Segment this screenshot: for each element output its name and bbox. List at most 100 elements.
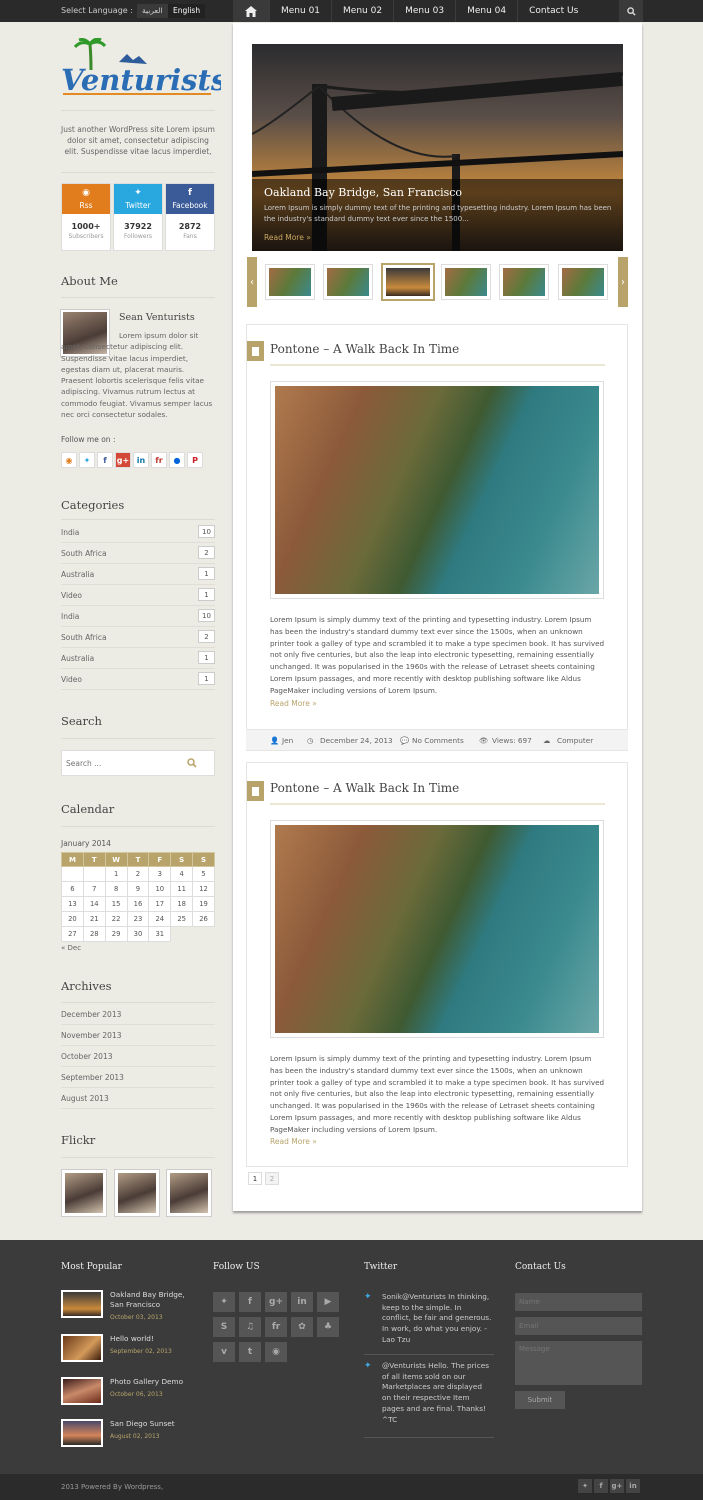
archive-item[interactable]: December 2013 <box>61 1004 215 1025</box>
category-name[interactable]: India <box>61 528 79 537</box>
flickr-photo[interactable] <box>166 1169 212 1217</box>
twitter-icon[interactable]: ✦ <box>213 1292 235 1312</box>
category-name[interactable]: South Africa <box>61 549 107 558</box>
myspace-icon[interactable]: ♣ <box>317 1317 339 1337</box>
archive-link[interactable]: August 2013 <box>61 1094 109 1103</box>
popular-post-thumb[interactable] <box>61 1419 103 1447</box>
category-name[interactable]: Video <box>61 591 82 600</box>
post-author[interactable]: Jen <box>282 736 293 745</box>
skype-icon[interactable]: S <box>213 1317 235 1337</box>
google-plus-icon[interactable]: g+ <box>265 1292 287 1312</box>
friendfeed-icon[interactable]: fr <box>265 1317 287 1337</box>
archive-item[interactable]: October 2013 <box>61 1046 215 1067</box>
popular-post-title[interactable]: San Diego Sunset <box>110 1419 200 1429</box>
youtube-icon[interactable]: ▶ <box>317 1292 339 1312</box>
category-item[interactable]: Australia 1 <box>61 564 215 585</box>
rss-icon[interactable]: ◉ <box>265 1342 287 1362</box>
archive-link[interactable]: November 2013 <box>61 1031 122 1040</box>
flickr-icon[interactable]: ● <box>169 452 185 468</box>
archive-item[interactable]: November 2013 <box>61 1025 215 1046</box>
flickr-photo[interactable] <box>61 1169 107 1217</box>
category-item[interactable]: India 10 <box>61 606 215 627</box>
category-item[interactable]: South Africa 2 <box>61 627 215 648</box>
facebook-icon[interactable]: f <box>594 1479 608 1493</box>
contact-name-field[interactable] <box>515 1293 642 1311</box>
slider-next-arrow[interactable]: › <box>618 257 628 307</box>
archive-link[interactable]: October 2013 <box>61 1052 113 1061</box>
category-name[interactable]: India <box>61 612 79 621</box>
home-button[interactable] <box>233 0 269 22</box>
popular-post[interactable]: Hello world! September 02, 2013 <box>61 1334 206 1366</box>
facebook-icon[interactable]: f <box>97 452 113 468</box>
post-read-more[interactable]: Read More » <box>270 699 317 708</box>
nav-contact-us[interactable]: Contact Us <box>517 0 589 22</box>
post-image[interactable] <box>270 820 604 1038</box>
nav-menu-04[interactable]: Menu 04 <box>455 0 517 22</box>
top-search-button[interactable] <box>619 0 643 22</box>
twitter-icon[interactable]: ✦ <box>79 452 95 468</box>
slide-title[interactable]: Oakland Bay Bridge, San Francisco <box>264 186 462 199</box>
slider-thumb[interactable] <box>499 264 549 300</box>
linkedin-icon[interactable]: in <box>133 452 149 468</box>
page-2[interactable]: 2 <box>265 1172 279 1185</box>
slider-thumb[interactable] <box>265 264 315 300</box>
post-title[interactable]: Pontone – A Walk Back In Time <box>270 342 459 356</box>
popular-post-title[interactable]: Oakland Bay Bridge, San Francisco <box>110 1290 200 1310</box>
popular-post[interactable]: San Diego Sunset August 02, 2013 <box>61 1419 206 1451</box>
contact-message-field[interactable] <box>515 1341 642 1385</box>
pinterest-icon[interactable]: P <box>187 452 203 468</box>
slider-prev-arrow[interactable]: ‹ <box>247 257 257 307</box>
linkedin-icon[interactable]: in <box>291 1292 313 1312</box>
category-name[interactable]: South Africa <box>61 633 107 642</box>
page-1[interactable]: 1 <box>248 1172 262 1185</box>
popular-post[interactable]: Photo Gallery Demo October 06, 2013 <box>61 1377 206 1409</box>
category-item[interactable]: Australia 1 <box>61 648 215 669</box>
linkedin-icon[interactable]: in <box>626 1479 640 1493</box>
category-item[interactable]: India 10 <box>61 522 215 543</box>
rss-counter[interactable]: ◉ Rss 1000+ Subscribers <box>61 183 111 251</box>
contact-email-field[interactable] <box>515 1317 642 1335</box>
popular-post-title[interactable]: Photo Gallery Demo <box>110 1377 200 1387</box>
popular-post-thumb[interactable] <box>61 1377 103 1405</box>
friendfeed-icon[interactable]: fr <box>151 452 167 468</box>
flickr-photo[interactable] <box>114 1169 160 1217</box>
slider-thumb[interactable] <box>558 264 608 300</box>
post-image[interactable] <box>270 381 604 599</box>
language-arabic[interactable]: العربية <box>137 4 168 18</box>
nav-menu-01[interactable]: Menu 01 <box>269 0 331 22</box>
google-plus-icon[interactable]: g+ <box>610 1479 624 1493</box>
archive-link[interactable]: December 2013 <box>61 1010 121 1019</box>
category-item[interactable]: Video 1 <box>61 669 215 690</box>
category-name[interactable]: Australia <box>61 570 94 579</box>
google-plus-icon[interactable]: g+ <box>115 452 131 468</box>
post-comments[interactable]: No Comments <box>412 736 464 745</box>
picasa-icon[interactable]: ✿ <box>291 1317 313 1337</box>
language-english[interactable]: English <box>168 4 206 18</box>
popular-post[interactable]: Oakland Bay Bridge, San Francisco October… <box>61 1290 206 1322</box>
tumblr-icon[interactable]: t <box>239 1342 261 1362</box>
nav-menu-03[interactable]: Menu 03 <box>393 0 455 22</box>
category-name[interactable]: Australia <box>61 654 94 663</box>
facebook-icon[interactable]: f <box>239 1292 261 1312</box>
contact-submit-button[interactable]: Submit <box>515 1391 565 1409</box>
search-button[interactable] <box>174 754 210 772</box>
popular-post-title[interactable]: Hello world! <box>110 1334 200 1344</box>
popular-post-thumb[interactable] <box>61 1334 103 1362</box>
twitter-counter[interactable]: ✦ Twitter 37922 Followers <box>113 183 163 251</box>
category-item[interactable]: Video 1 <box>61 585 215 606</box>
slide-read-more[interactable]: Read More » <box>264 233 311 242</box>
archive-link[interactable]: September 2013 <box>61 1073 124 1082</box>
category-item[interactable]: South Africa 2 <box>61 543 215 564</box>
twitter-icon[interactable]: ✦ <box>578 1479 592 1493</box>
slider-thumb-active[interactable] <box>381 263 435 301</box>
archive-item[interactable]: August 2013 <box>61 1088 215 1109</box>
lastfm-icon[interactable]: ♫ <box>239 1317 261 1337</box>
archive-item[interactable]: September 2013 <box>61 1067 215 1088</box>
nav-menu-02[interactable]: Menu 02 <box>331 0 393 22</box>
slider-thumb[interactable] <box>441 264 491 300</box>
search-input[interactable] <box>66 755 176 771</box>
calendar-prev-link[interactable]: « Dec <box>61 944 81 952</box>
vimeo-icon[interactable]: v <box>213 1342 235 1362</box>
post-title[interactable]: Pontone – A Walk Back In Time <box>270 781 459 795</box>
category-name[interactable]: Video <box>61 675 82 684</box>
